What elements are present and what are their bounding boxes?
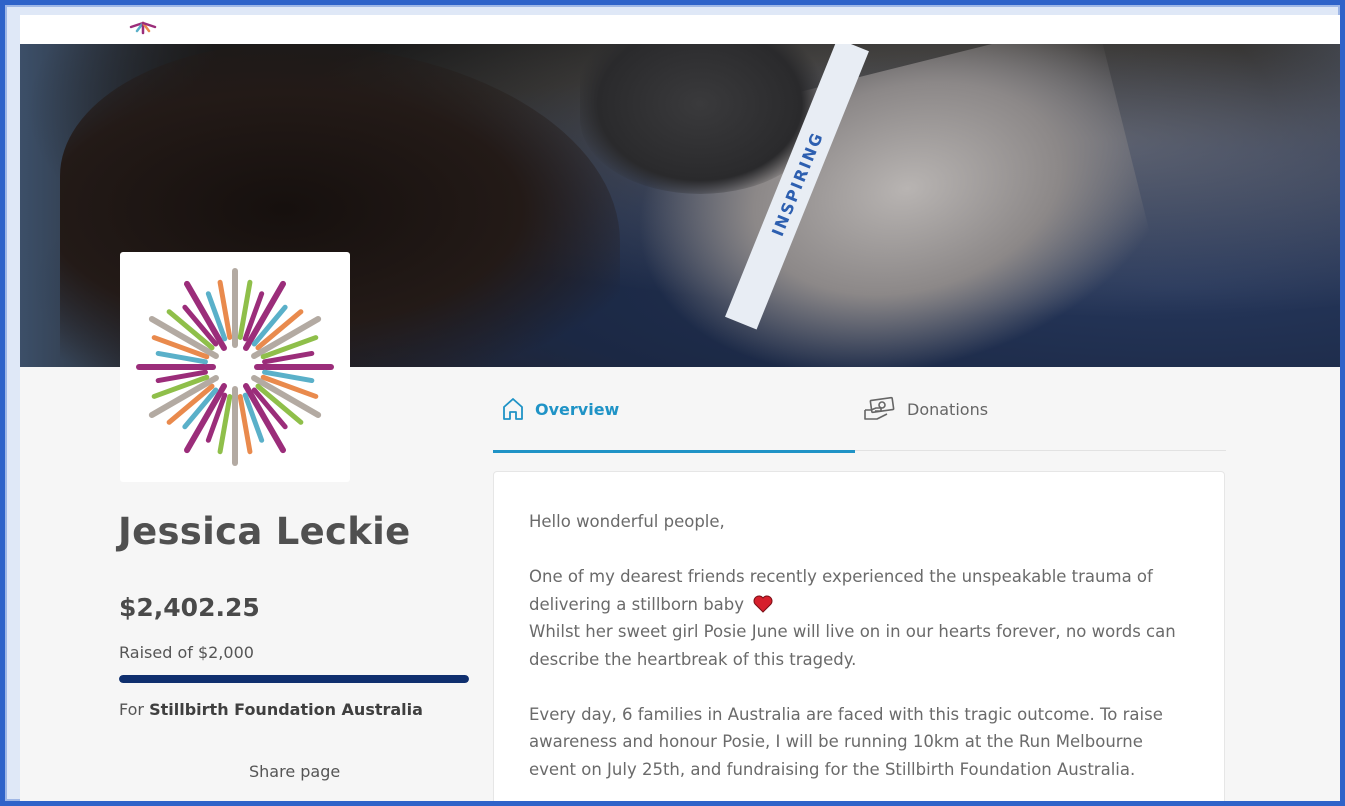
- tab-overview-label: Overview: [535, 399, 620, 419]
- story-paragraph: One of my dearest friends recently exper…: [529, 563, 1190, 673]
- tab-overview[interactable]: Overview: [493, 367, 855, 453]
- fundraiser-name: Jessica Leckie: [118, 510, 411, 553]
- share-page-link[interactable]: Share page: [249, 762, 340, 781]
- story-text: Whilst her sweet girl Posie June will li…: [529, 622, 1176, 669]
- tab-donations-label: Donations: [907, 399, 989, 419]
- home-icon: [501, 396, 525, 422]
- tab-donations[interactable]: Donations: [863, 367, 988, 451]
- fundraising-page: INSPIRING Jessica Leckie $2,402.25 Raise…: [20, 15, 1340, 801]
- page-frame: INSPIRING Jessica Leckie $2,402.25 Raise…: [5, 5, 1340, 801]
- charity-name-link[interactable]: Stillbirth Foundation Australia: [149, 700, 423, 719]
- amount-raised: $2,402.25: [119, 593, 260, 622]
- red-heart-icon: [753, 595, 773, 613]
- charity-burst-logo-icon: [136, 268, 334, 466]
- for-prefix: For: [119, 700, 144, 719]
- story-paragraph: Every day, 6 families in Australia are f…: [529, 704, 1163, 779]
- progress-bar: [119, 675, 469, 683]
- donation-hand-icon: [863, 396, 897, 422]
- charity-line: For Stillbirth Foundation Australia: [119, 700, 423, 719]
- raised-of-target: Raised of $2,000: [119, 643, 254, 662]
- top-bar: [20, 15, 1340, 44]
- tab-bar: Overview Donations: [493, 367, 1226, 453]
- story-card: Hello wonderful people, One of my deares…: [493, 471, 1225, 801]
- progress-bar-fill: [119, 675, 469, 683]
- story-greeting: Hello wonderful people,: [529, 512, 725, 531]
- charity-logo-card: [120, 252, 350, 482]
- story-text: One of my dearest friends recently exper…: [529, 567, 1153, 614]
- site-logo-icon[interactable]: [123, 15, 163, 35]
